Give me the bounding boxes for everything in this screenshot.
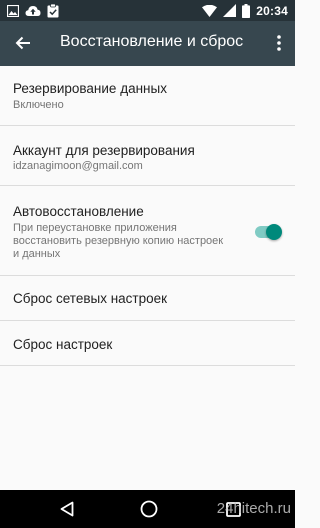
clock: 20:34: [256, 3, 288, 18]
setting-title: Аккаунт для резервирования: [13, 143, 195, 158]
setting-network-reset[interactable]: Сброс сетевых настроек: [0, 276, 295, 321]
setting-title: Сброс настроек: [13, 337, 113, 352]
system-icons: 20:34: [202, 2, 288, 19]
wifi-icon: [202, 4, 218, 17]
home-circle-icon: [140, 500, 158, 518]
setting-backup-data[interactable]: Резервирование данных Включено: [0, 66, 295, 126]
watermark: 24hitech.ru: [216, 500, 291, 517]
setting-title: Резервирование данных: [13, 81, 167, 96]
auto-restore-toggle[interactable]: [253, 218, 283, 246]
arrow-back-icon: [15, 36, 30, 50]
setting-title: Сброс сетевых настроек: [13, 291, 168, 306]
setting-backup-account[interactable]: Аккаунт для резервирования idzanagimoon@…: [0, 126, 295, 186]
setting-factory-reset[interactable]: Сброс настроек: [0, 321, 295, 366]
setting-subtitle: Включено: [13, 99, 64, 111]
more-vert-icon: [277, 35, 281, 51]
page-title: Восстановление и сброс: [60, 33, 244, 50]
signal-icon: [223, 4, 237, 17]
notification-icons: [7, 3, 59, 18]
setting-auto-restore[interactable]: Автовосстановление При переустановке при…: [0, 186, 295, 276]
back-triangle-icon: [60, 501, 74, 517]
battery-icon: [242, 3, 251, 18]
clipboard-check-icon: [47, 3, 59, 17]
cloud-upload-icon: [25, 5, 41, 16]
nav-home-button[interactable]: [138, 498, 160, 520]
toggle-thumb: [266, 224, 282, 240]
overflow-menu-button[interactable]: [269, 32, 289, 54]
status-bar: 20:34: [0, 0, 295, 21]
back-button[interactable]: [10, 30, 36, 56]
setting-subtitle: При переустановке приложения восстановит…: [13, 222, 224, 260]
nav-back-button[interactable]: [56, 498, 78, 520]
setting-title: Автовосстановление: [13, 204, 144, 219]
setting-subtitle: idzanagimoon@gmail.com: [13, 160, 143, 172]
image-icon: [7, 4, 19, 17]
toolbar: Восстановление и сброс: [0, 21, 295, 66]
